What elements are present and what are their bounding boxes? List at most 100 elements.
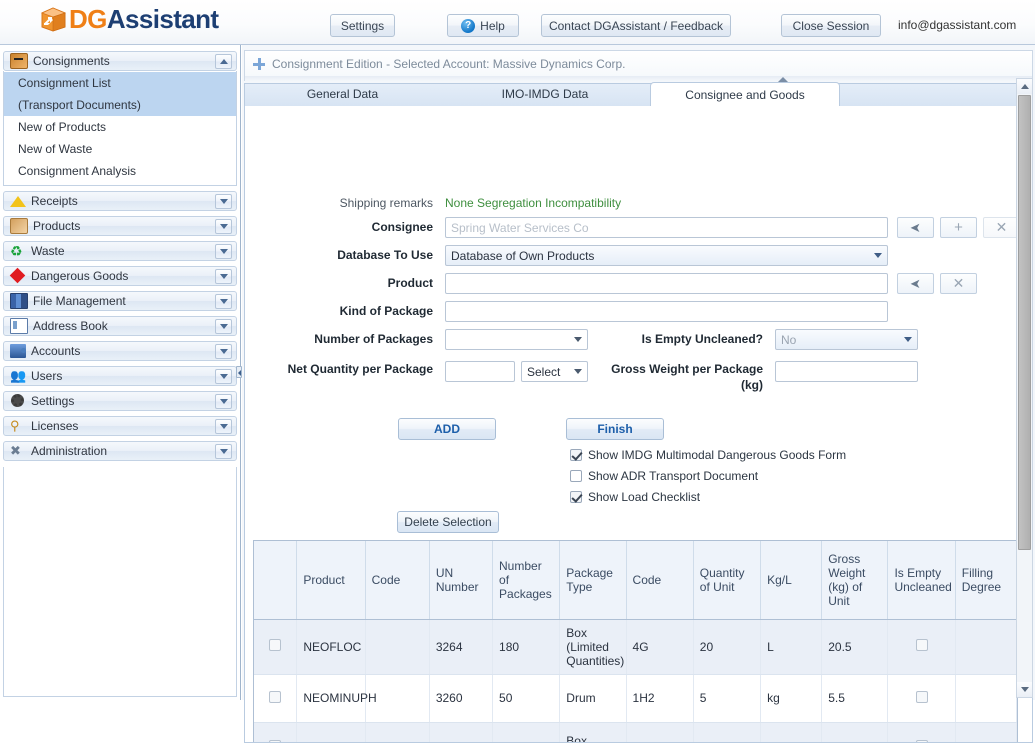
expand-toggle-products[interactable] xyxy=(215,219,232,234)
add-button[interactable]: ADD xyxy=(398,418,496,440)
logo-text: DGAssistant xyxy=(69,6,218,32)
cell-is-empty-uncleaned[interactable] xyxy=(888,674,955,722)
tab-general-data[interactable]: General Data xyxy=(245,83,440,106)
th-quantity-of-unit[interactable]: Quantity of Unit xyxy=(693,541,760,619)
sidebar-group-waste[interactable]: ♻ Waste xyxy=(3,241,237,261)
users-icon: 👥 xyxy=(10,369,26,383)
sidebar-group-users[interactable]: 👥 Users xyxy=(3,366,237,386)
th-filling-degree[interactable]: Filling Degree xyxy=(955,541,1016,619)
sidebar-group-products[interactable]: Products xyxy=(3,216,237,236)
row-select-checkbox[interactable] xyxy=(269,691,281,703)
expand-toggle-waste[interactable] xyxy=(215,244,232,259)
scroll-down-button[interactable] xyxy=(1017,682,1032,697)
checkbox-row-adr[interactable]: Show ADR Transport Document xyxy=(570,469,758,483)
show-imdg-form-checkbox[interactable] xyxy=(570,449,582,461)
help-button[interactable]: ? Help xyxy=(447,14,519,37)
th-number-of-packages[interactable]: Number of Packages xyxy=(493,541,560,619)
expand-toggle-licenses[interactable] xyxy=(215,419,232,434)
sidebar-group-accounts[interactable]: Accounts xyxy=(3,341,237,361)
sidebar-group-label: Accounts xyxy=(31,344,80,358)
table-row[interactable]: NEOMINUPH 3260 50 Drum 1H2 5 kg 5.5 xyxy=(254,674,1017,722)
consignee-pick-button[interactable]: ➤ xyxy=(897,217,934,238)
sidebar-group-consignments[interactable]: Consignments xyxy=(3,51,237,71)
row-select-cell[interactable] xyxy=(254,674,297,722)
kind-of-package-input[interactable] xyxy=(445,301,888,322)
row-select-cell[interactable] xyxy=(254,619,297,674)
expand-toggle-settings[interactable] xyxy=(215,394,232,409)
number-of-packages-label: Number of Packages xyxy=(268,329,433,350)
cell-package-type: Box (Limited xyxy=(560,722,626,743)
is-empty-uncleaned-select[interactable]: No xyxy=(775,329,918,350)
checkbox-row-imdg[interactable]: Show IMDG Multimodal Dangerous Goods For… xyxy=(570,448,846,462)
sidebar-item-new-of-waste[interactable]: New of Waste xyxy=(4,138,236,160)
product-input[interactable] xyxy=(445,273,888,294)
finish-button[interactable]: Finish xyxy=(566,418,664,440)
sidebar-group-settings[interactable]: Settings xyxy=(3,391,237,411)
gross-weight-input[interactable] xyxy=(775,361,918,382)
consignee-add-button[interactable]: + xyxy=(940,217,977,238)
table-row[interactable]: NEOFLOC 3264 180 Box (Limited Quantities… xyxy=(254,619,1017,674)
scroll-up-button[interactable] xyxy=(1017,79,1032,94)
row-select-checkbox[interactable] xyxy=(269,639,281,651)
cell-kg-l: L xyxy=(761,619,822,674)
cell-is-empty-uncleaned[interactable] xyxy=(888,619,955,674)
number-of-packages-select[interactable] xyxy=(445,329,588,350)
close-session-button[interactable]: Close Session xyxy=(781,14,881,37)
cell-product: NEOQUA xyxy=(297,722,365,743)
product-clear-button[interactable]: ✕ xyxy=(940,273,977,294)
cell-is-empty-uncleaned[interactable] xyxy=(888,722,955,743)
th-product[interactable]: Product xyxy=(297,541,365,619)
sidebar-item-new-of-products[interactable]: New of Products xyxy=(4,116,236,138)
collapse-toggle-consignments[interactable] xyxy=(215,54,232,69)
scrollbar-thumb[interactable] xyxy=(1018,95,1031,550)
database-to-use-select[interactable]: Database of Own Products xyxy=(445,245,888,266)
sidebar-item-consignment-analysis[interactable]: Consignment Analysis xyxy=(4,160,236,182)
net-quantity-input[interactable] xyxy=(445,361,515,382)
contact-feedback-button[interactable]: Contact DGAssistant / Feedback xyxy=(541,14,731,37)
cell-filling-degree xyxy=(955,722,1016,743)
delete-selection-button[interactable]: Delete Selection xyxy=(397,511,499,533)
sidebar-group-licenses[interactable]: ⚲ Licenses xyxy=(3,416,237,436)
th-kg-l[interactable]: Kg/L xyxy=(761,541,822,619)
expand-toggle-users[interactable] xyxy=(215,369,232,384)
sidebar-item-consignment-list[interactable]: Consignment List xyxy=(4,72,236,94)
row-select-cell[interactable] xyxy=(254,722,297,743)
sidebar-group-administration[interactable]: ✖ Administration xyxy=(3,441,237,461)
tab-consignee-and-goods[interactable]: Consignee and Goods xyxy=(650,82,840,106)
settings-button[interactable]: Settings xyxy=(330,14,395,37)
show-adr-document-checkbox[interactable] xyxy=(570,470,582,482)
expand-toggle-dangerous-goods[interactable] xyxy=(215,269,232,284)
th-code-2[interactable]: Code xyxy=(626,541,693,619)
sidebar-group-address-book[interactable]: Address Book xyxy=(3,316,237,336)
row-empty-uncleaned-checkbox[interactable] xyxy=(916,691,928,703)
product-pick-button[interactable]: ➤ xyxy=(897,273,934,294)
expand-toggle-receipts[interactable] xyxy=(215,194,232,209)
sidebar-item-transport-documents[interactable]: (Transport Documents) xyxy=(4,94,236,116)
x-icon: ✕ xyxy=(996,221,1008,234)
row-empty-uncleaned-checkbox[interactable] xyxy=(916,639,928,651)
expand-toggle-accounts[interactable] xyxy=(215,344,232,359)
table-row[interactable]: NEOQUA 1760 360 Box (Limited 4G 20 L 22 xyxy=(254,722,1017,743)
gross-weight-label: Gross Weight per Package (kg) xyxy=(608,361,763,393)
table-header-row: Product Code UN Number Number of Package… xyxy=(254,541,1017,619)
consignee-input[interactable] xyxy=(445,217,888,238)
th-code[interactable]: Code xyxy=(365,541,429,619)
net-quantity-unit-value: Select xyxy=(527,365,574,379)
checkbox-row-load-checklist[interactable]: Show Load Checklist xyxy=(570,490,700,504)
expand-toggle-address-book[interactable] xyxy=(215,319,232,334)
th-is-empty-uncleaned[interactable]: Is Empty Uncleaned xyxy=(888,541,955,619)
expand-toggle-administration[interactable] xyxy=(215,444,232,459)
show-load-checklist-checkbox[interactable] xyxy=(570,491,582,503)
th-un-number[interactable]: UN Number xyxy=(429,541,492,619)
th-package-type[interactable]: Package Type xyxy=(560,541,626,619)
sidebar-group-dangerous-goods[interactable]: Dangerous Goods xyxy=(3,266,237,286)
th-gross-weight-of-unit[interactable]: Gross Weight (kg) of Unit xyxy=(822,541,888,619)
sidebar-group-file-management[interactable]: File Management xyxy=(3,291,237,311)
tab-imo-imdg-data[interactable]: IMO-IMDG Data xyxy=(440,83,650,106)
main-vertical-scrollbar[interactable] xyxy=(1016,78,1033,698)
net-quantity-unit-select[interactable]: Select xyxy=(521,361,588,382)
sidebar-group-receipts[interactable]: Receipts xyxy=(3,191,237,211)
cell-quantity-of-unit: 20 xyxy=(693,722,760,743)
consignee-clear-button[interactable]: ✕ xyxy=(983,217,1020,238)
expand-toggle-file-management[interactable] xyxy=(215,294,232,309)
